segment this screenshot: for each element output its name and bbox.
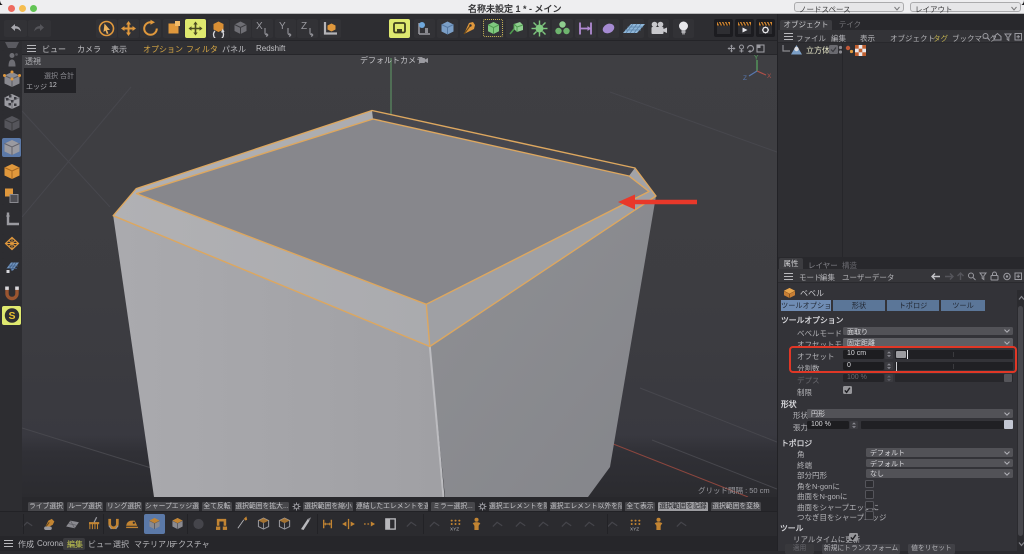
svg-text:XYZ: XYZ — [630, 526, 639, 531]
svg-text:S: S — [8, 310, 15, 322]
svg-text:XYZ: XYZ — [450, 526, 459, 531]
svg-text:X: X — [767, 73, 772, 80]
svg-text:Y: Y — [754, 55, 759, 62]
svg-text:Z: Z — [743, 75, 747, 82]
